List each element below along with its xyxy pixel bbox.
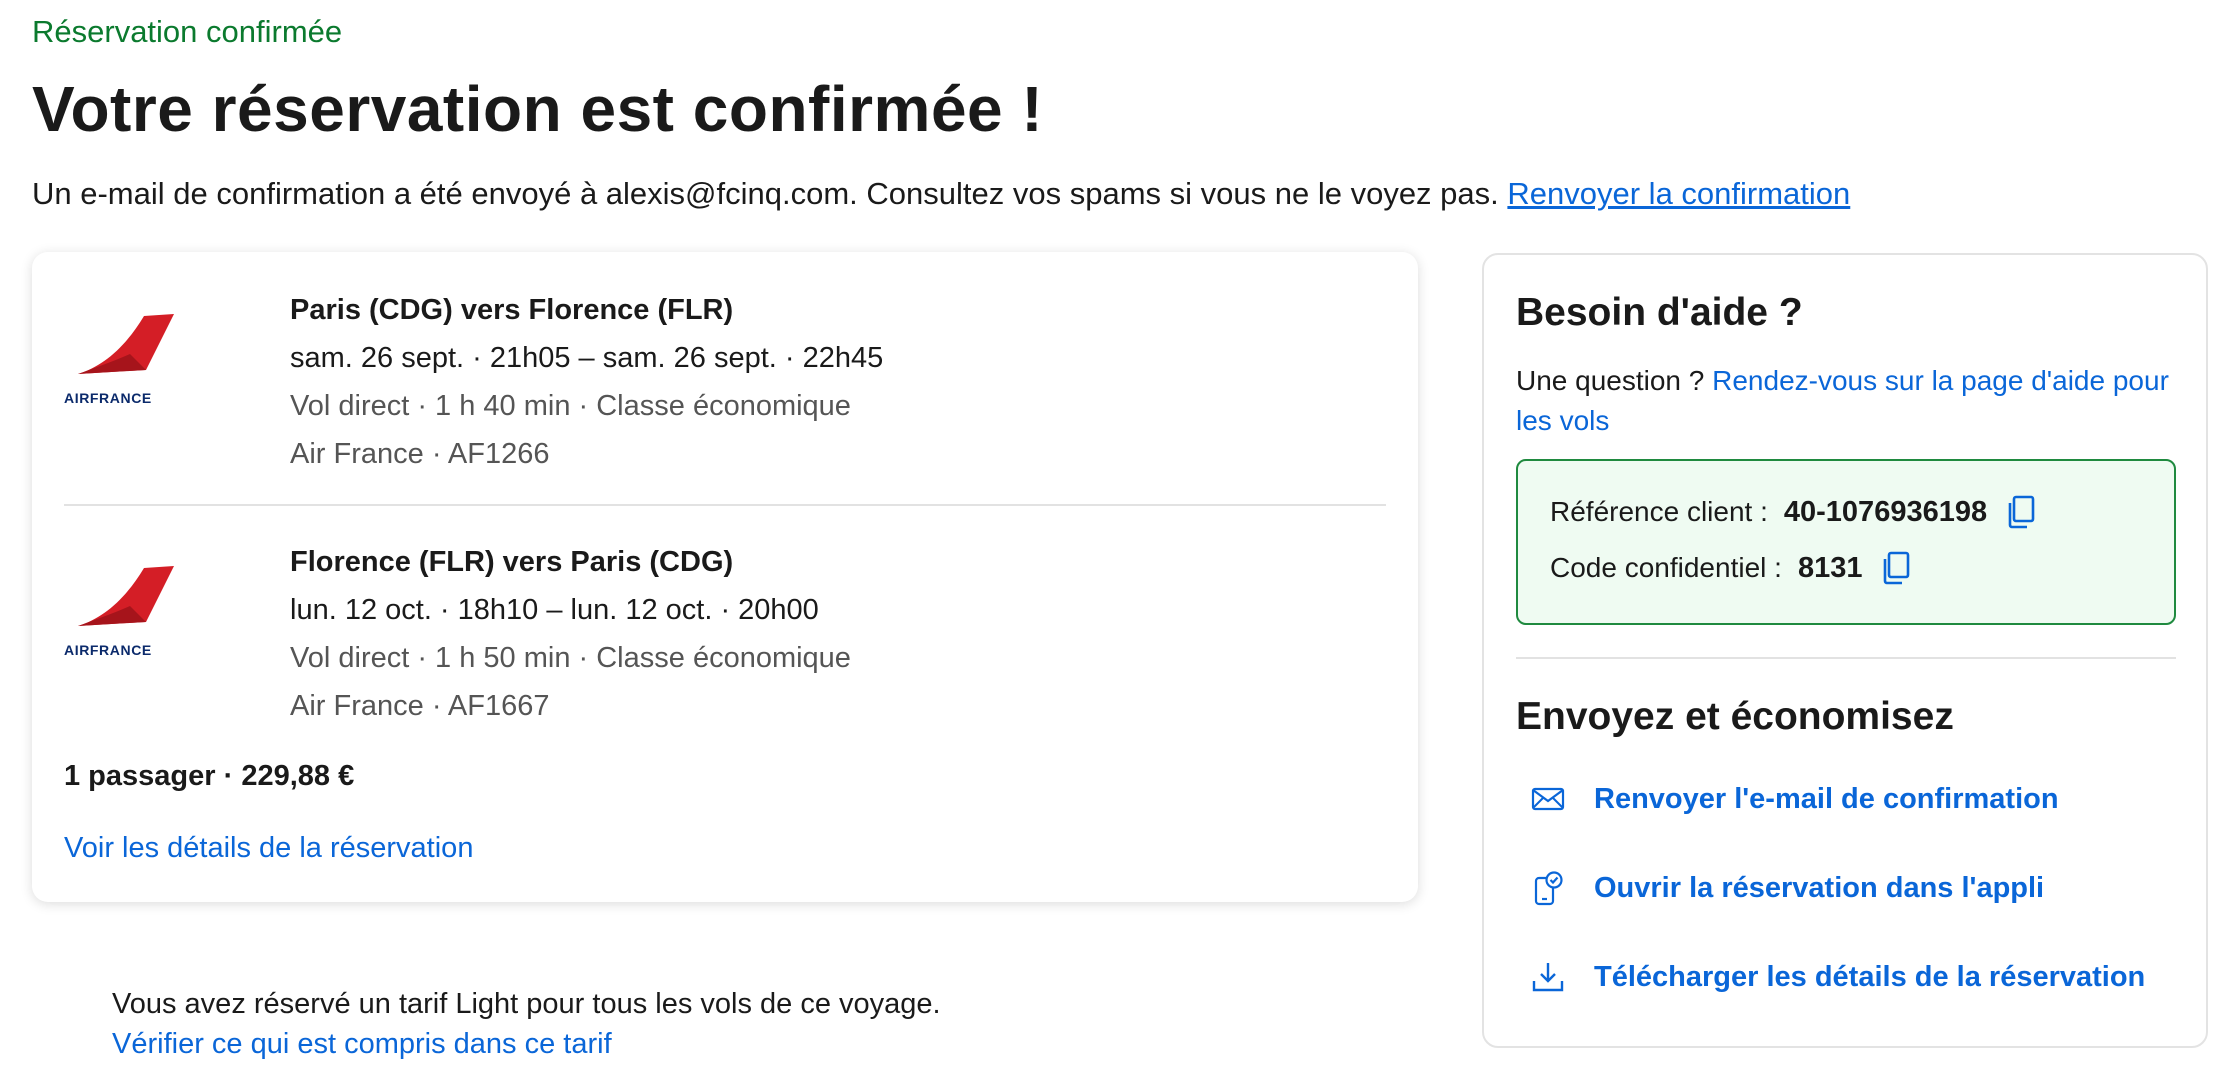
flight-carrier: Air France · AF1667 [290,690,550,722]
action-label: Renvoyer l'e-mail de confirmation [1594,782,2059,815]
flight-times: lun. 12 oct. · 18h10 – lun. 12 oct. · 20… [290,594,819,626]
flight-detail: Vol direct · 1 h 50 min · Classe économi… [290,642,851,674]
code-label: Code confidentiel : [1550,552,1782,583]
flight-times: sam. 26 sept. · 21h05 – sam. 26 sept. · … [290,342,884,374]
download-details-action[interactable]: Télécharger les détails de la réservatio… [1530,959,2145,995]
booking-details-link[interactable]: Voir les détails de la réservation [64,832,473,865]
copy-icon[interactable] [2005,495,2035,529]
help-sidebar: Besoin d'aide ? Une question ? Rendez-vo… [1482,253,2208,1048]
copy-icon[interactable] [1880,551,1910,585]
code-value: 8131 [1797,551,1863,584]
confirmation-message: Un e-mail de confirmation a été envoyé à… [32,176,1850,212]
help-title: Besoin d'aide ? [1516,291,1803,334]
airline-brand-text: AIRFRANCE [64,390,152,406]
status-label: Réservation confirmée [32,14,343,49]
airfrance-swoosh-icon [78,566,174,626]
flight-route: Florence (FLR) vers Paris (CDG) [290,546,734,578]
flight-carrier: Air France · AF1266 [290,438,550,470]
resend-email-action[interactable]: Renvoyer l'e-mail de confirmation [1530,781,2059,817]
code-row: Code confidentiel : 8131 [1550,551,1910,585]
flight-divider [64,504,1386,506]
confirmation-text: Un e-mail de confirmation a été envoyé à… [32,176,1499,211]
airline-brand-text: AIRFRANCE [64,642,152,658]
booking-card: AIRFRANCE Paris (CDG) vers Florence (FLR… [32,252,1418,902]
fare-note-text: Vous avez réservé un tarif Light pour to… [112,988,941,1020]
phone-check-icon [1530,870,1566,906]
price-summary: 1 passager · 229,88 € [64,760,355,792]
action-label: Télécharger les détails de la réservatio… [1594,960,2146,993]
flight-info: Paris (CDG) vers Florence (FLR) sam. 26 … [290,286,883,478]
flight-info: Florence (FLR) vers Paris (CDG) lun. 12 … [290,538,851,730]
open-in-app-action[interactable]: Ouvrir la réservation dans l'appli [1530,870,2044,906]
resend-confirmation-link[interactable]: Renvoyer la confirmation [1507,176,1850,211]
airline-logo: AIRFRANCE [64,558,194,668]
reference-row: Référence client : 40-1076936198 [1550,495,2035,529]
confirmation-page: Réservation confirmée Votre réservation … [0,0,2230,1072]
help-question: Une question ? [1516,365,1705,396]
fare-note: Vous avez réservé un tarif Light pour to… [112,984,941,1064]
flight-detail: Vol direct · 1 h 40 min · Classe économi… [290,390,851,422]
fare-info-link[interactable]: Vérifier ce qui est compris dans ce tari… [112,1028,612,1060]
action-label: Ouvrir la réservation dans l'appli [1594,871,2045,904]
airline-logo: AIRFRANCE [64,306,194,416]
download-icon [1530,959,1566,995]
reference-box: Référence client : 40-1076936198 Code co… [1516,459,2176,625]
reference-value: 40-1076936198 [1783,495,1988,528]
reference-label: Référence client : [1550,496,1768,527]
sidebar-divider [1516,657,2176,659]
airfrance-swoosh-icon [78,314,174,374]
flight-route: Paris (CDG) vers Florence (FLR) [290,294,734,326]
help-text: Une question ? Rendez-vous sur la page d… [1516,361,2176,441]
actions-title: Envoyez et économisez [1516,695,1954,738]
envelope-icon [1530,781,1566,817]
page-title: Votre réservation est confirmée ! [32,73,1044,145]
